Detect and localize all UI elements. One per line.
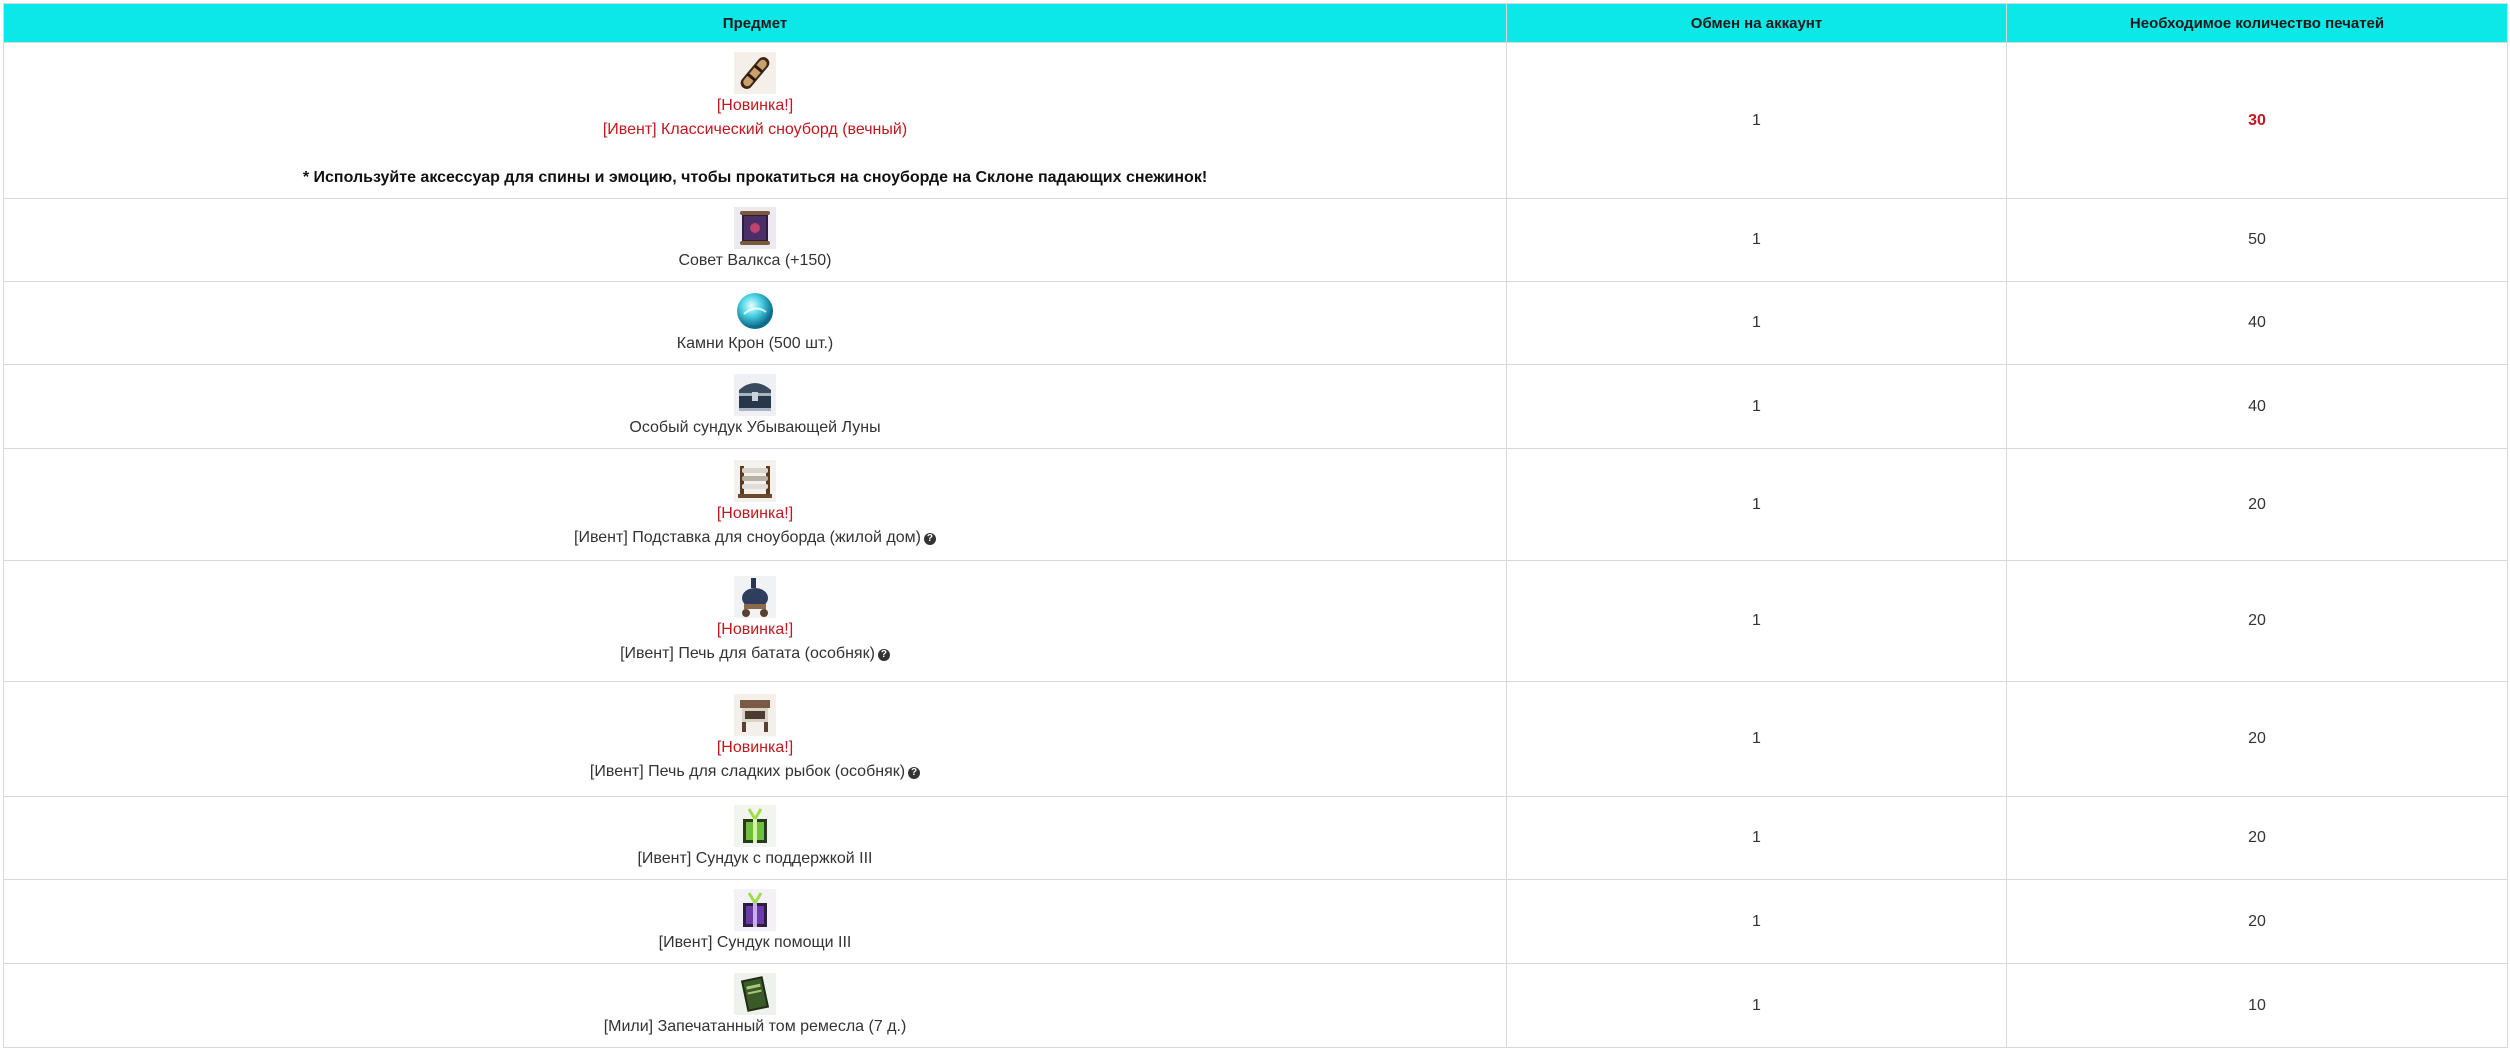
seals-cell: 40	[2006, 364, 2508, 449]
new-label: [Новинка!]	[716, 739, 794, 756]
item-cell: Особый сундук Убывающей Луны	[3, 364, 1507, 449]
item-cell: [Ивент] Сундук с поддержкой III	[3, 796, 1507, 880]
fish-oven-icon[interactable]	[734, 694, 776, 736]
item-name: [Ивент] Печь для батата (особняк)	[620, 645, 875, 662]
green-box-icon[interactable]	[734, 805, 776, 847]
seals-cell: 30	[2006, 42, 2508, 199]
item-name-wrap: [Ивент] Подставка для сноуборда (жилой д…	[4, 526, 1506, 550]
new-label: [Новинка!]	[716, 504, 794, 522]
item-name: Особый сундук Убывающей Луны	[629, 418, 881, 436]
crystal-orb-icon[interactable]	[734, 290, 776, 332]
account-exchange-cell: 1	[1506, 879, 2007, 964]
seals-cell: 20	[2006, 796, 2508, 880]
table-header-row: Предмет Обмен на аккаунт Необходимое кол…	[3, 3, 2508, 43]
header-seals-required: Необходимое количество печатей	[2006, 3, 2508, 43]
item-cell: [Новинка!] [Ивент] Печь для сладких рыбо…	[3, 681, 1507, 797]
table-row: [Новинка!] [Ивент] Подставка для сноубор…	[3, 448, 2508, 561]
item-cell: [Мили] Запечатанный том ремесла (7 д.)	[3, 963, 1507, 1048]
seals-cell: 50	[2006, 198, 2508, 282]
help-icon[interactable]: ?	[908, 767, 921, 779]
table-row: [Мили] Запечатанный том ремесла (7 д.) 1…	[3, 963, 2508, 1048]
seals-cell: 20	[2006, 560, 2508, 682]
scroll-icon[interactable]	[734, 207, 776, 249]
table-row: [Новинка!] [Ивент] Печь для батата (особ…	[3, 560, 2508, 682]
item-cell: [Новинка!] [Ивент] Классический сноуборд…	[3, 42, 1507, 199]
item-name: [Ивент] Подставка для сноуборда (жилой д…	[574, 528, 921, 546]
page: Предмет Обмен на аккаунт Необходимое кол…	[0, 0, 2510, 1054]
item-name: Камни Крон (500 шт.)	[676, 335, 834, 352]
chest-icon[interactable]	[734, 373, 776, 416]
header-item: Предмет	[3, 3, 1507, 43]
account-exchange-cell: 1	[1506, 963, 2007, 1048]
item-cell: Камни Крон (500 шт.)	[3, 281, 1507, 365]
item-note: * Используйте аксессуар для спины и эмоц…	[302, 168, 1208, 186]
snowboard-stand-icon[interactable]	[734, 459, 776, 502]
help-icon[interactable]: ?	[923, 532, 936, 545]
item-name: Совет Валкса (+150)	[678, 252, 832, 269]
book-icon[interactable]	[734, 972, 776, 1015]
account-exchange-cell: 1	[1506, 364, 2007, 449]
account-exchange-cell: 1	[1506, 281, 2007, 365]
table-row: Совет Валкса (+150) 1 50	[3, 198, 2508, 282]
snowboard-icon[interactable]	[734, 51, 776, 94]
seals-cell: 20	[2006, 681, 2508, 797]
account-exchange-cell: 1	[1506, 42, 2007, 199]
table-row: [Ивент] Сундук помощи III 1 20	[3, 879, 2508, 964]
item-cell: [Новинка!] [Ивент] Подставка для сноубор…	[3, 448, 1507, 561]
new-label: [Новинка!]	[716, 621, 794, 638]
table-row: Камни Крон (500 шт.) 1 40	[3, 281, 2508, 365]
item-name: [Мили] Запечатанный том ремесла (7 д.)	[603, 1017, 907, 1035]
item-name-wrap: [Ивент] Печь для сладких рыбок (особняк)…	[4, 760, 1506, 784]
table-row: [Новинка!] [Ивент] Печь для сладких рыбо…	[3, 681, 2508, 797]
stove-icon[interactable]	[734, 576, 776, 618]
item-cell: [Ивент] Сундук помощи III	[3, 879, 1507, 964]
account-exchange-cell: 1	[1506, 560, 2007, 682]
account-exchange-cell: 1	[1506, 796, 2007, 880]
rewards-table: Предмет Обмен на аккаунт Необходимое кол…	[3, 3, 2508, 1048]
item-name: [Ивент] Печь для сладких рыбок (особняк)	[589, 763, 906, 780]
item-name: [Ивент] Сундук с поддержкой III	[637, 850, 873, 867]
account-exchange-cell: 1	[1506, 448, 2007, 561]
table-row: [Ивент] Сундук с поддержкой III 1 20	[3, 796, 2508, 880]
seals-cell: 20	[2006, 448, 2508, 561]
account-exchange-cell: 1	[1506, 681, 2007, 797]
header-account-exchange: Обмен на аккаунт	[1506, 3, 2007, 43]
new-label: [Новинка!]	[716, 96, 794, 114]
help-icon[interactable]: ?	[877, 649, 890, 661]
item-cell: [Новинка!] [Ивент] Печь для батата (особ…	[3, 560, 1507, 682]
seals-cell: 40	[2006, 281, 2508, 365]
purple-box-icon[interactable]	[734, 888, 776, 931]
item-name-wrap: [Ивент] Печь для батата (особняк)?	[4, 642, 1506, 666]
item-name: [Ивент] Классический сноуборд (вечный)	[602, 120, 908, 138]
seals-cell: 10	[2006, 963, 2508, 1048]
table-row: [Новинка!] [Ивент] Классический сноуборд…	[3, 42, 2508, 199]
table-row: Особый сундук Убывающей Луны 1 40	[3, 364, 2508, 449]
seals-cell: 20	[2006, 879, 2508, 964]
item-cell: Совет Валкса (+150)	[3, 198, 1507, 282]
item-name: [Ивент] Сундук помощи III	[658, 933, 852, 951]
account-exchange-cell: 1	[1506, 198, 2007, 282]
